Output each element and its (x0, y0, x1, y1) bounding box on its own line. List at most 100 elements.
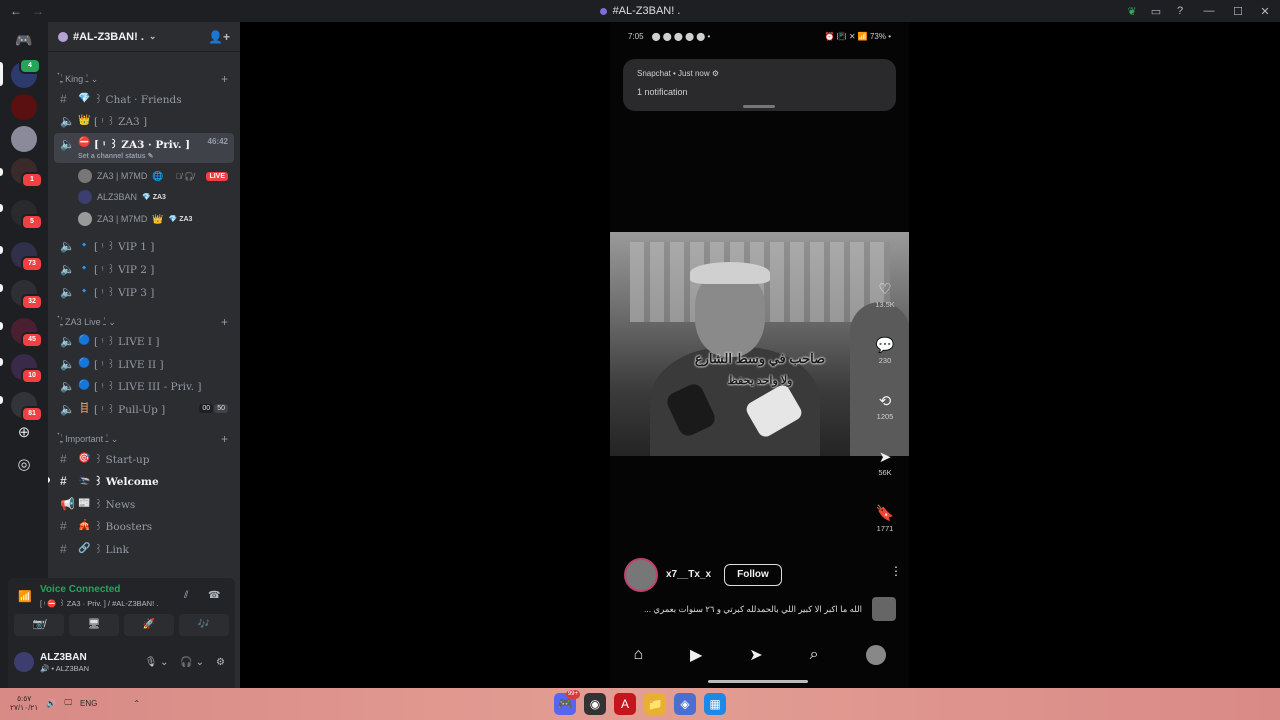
channel-label: [ ᵎ ꒱ VIP 3 ] (94, 286, 155, 299)
avatar[interactable] (14, 652, 34, 672)
voice-user-name: ZA3 | M7MD (97, 171, 148, 181)
comment-icon: 💬 (875, 337, 895, 354)
add-channel-icon[interactable]: + (221, 432, 228, 446)
channel-start-up[interactable]: # 🎯 ꒱ Start-up (54, 448, 234, 469)
server-icon[interactable] (11, 94, 37, 120)
channel-boosters[interactable]: # 🎪 ꒱ Boosters (54, 515, 234, 536)
voice-connected-status[interactable]: Voice Connected (40, 584, 120, 595)
store-app[interactable]: ▦ (704, 693, 726, 715)
channel-status[interactable]: Set a channel status ✎ (78, 152, 154, 160)
add-channel-icon[interactable]: + (221, 315, 228, 329)
explore-icon[interactable]: ◎ (11, 452, 37, 478)
channel-live-2[interactable]: 🔈 🔵 [ ᵎ ꒱ LIVE II ] (54, 353, 234, 374)
server-folder[interactable]: 5 (11, 200, 43, 230)
soundboard-button[interactable]: 🎶 (179, 614, 229, 636)
video-cap (690, 262, 770, 284)
channel-live-3-priv[interactable]: 🔈 🔵 [ ᵎ ꒱ LIVE III - Priv. ] (54, 375, 234, 396)
category-za3-live[interactable]: ـِٰ๋ ZA3 Live ـٰ ⌄ + (48, 314, 240, 330)
server-folder[interactable]: 81 (11, 392, 43, 422)
channel-za3-priv[interactable]: 🔈 ⛔ [ ᵎ ꒱ ZA3 · Priv. ] 46:42 Set a chan… (54, 133, 234, 163)
server-icon[interactable]: 4 (11, 58, 41, 88)
back-arrow-icon[interactable]: ← (10, 4, 22, 18)
disconnect-icon[interactable]: ☎ (208, 590, 220, 601)
help-icon[interactable]: ? (1168, 5, 1192, 17)
unread-indicator (0, 204, 3, 212)
close-button[interactable]: ✕ (1250, 5, 1280, 18)
network-icon[interactable]: 🖵 (64, 698, 72, 708)
channel-chat-friends[interactable]: # 💎 ꒱ Chat · Friends (54, 88, 234, 109)
hashtag-icon: # (60, 451, 67, 466)
channel-link[interactable]: # 🔗 ꒱ Link (54, 538, 234, 559)
invite-people-icon[interactable]: 👤+ (208, 30, 230, 44)
activity-button[interactable]: 🚀 (124, 614, 174, 636)
chevron-up-icon[interactable]: ⌃ (133, 699, 140, 708)
files-app[interactable]: 📁 (644, 693, 666, 715)
voice-user[interactable]: ALZ3BAN 💎 ZA3 (78, 187, 228, 207)
channel-vip-1[interactable]: 🔈 🔹 [ ᵎ ꒱ VIP 1 ] (54, 235, 234, 256)
mute-deafen-icon: 🎙̸ 🎧̸ (175, 171, 195, 181)
repost-button: ⟲ 1205 (870, 392, 900, 421)
maximize-button[interactable]: ☐ (1226, 5, 1250, 18)
acrobat-app[interactable]: A (614, 693, 636, 715)
channel-label: [ ᵎ ꒱ LIVE III - Priv. ] (94, 380, 202, 393)
channel-news[interactable]: 📢 📰 ꒱ News (54, 493, 234, 514)
stream-view[interactable]: 7:05 ⬤ ⬤ ⬤ ⬤ ⬤ • ⏰ 📳 ✕ 📶 73% • Snapchat … (240, 22, 1280, 688)
taskbar-clock[interactable]: ٥:٥٧ ٢٧/١٠/٢١ (10, 694, 38, 712)
gear-icon[interactable]: ⚙ (216, 657, 225, 668)
add-server-icon[interactable]: ⊕ (11, 420, 37, 446)
discord-app[interactable]: 🎮 99+ (554, 690, 580, 715)
channel-vip-3[interactable]: 🔈 🔹 [ ᵎ ꒱ VIP 3 ] (54, 281, 234, 302)
bookmark-icon: 🔖 (875, 505, 895, 522)
speaker-icon: 🔈 (60, 261, 75, 276)
category-label: ـِٰ๋ ZA3 Live ـٰ ⌄ (60, 317, 116, 327)
server-icon[interactable] (11, 126, 37, 152)
user-name[interactable]: ALZ3BAN (40, 652, 87, 663)
microphone-icon[interactable]: 🎙 ⌄ (145, 657, 169, 668)
category-important[interactable]: ـِٰ๋ Important ـٰ ⌄ + (48, 431, 240, 447)
home-icon: ⌂ (633, 646, 644, 663)
voice-channel-path[interactable]: [ ᵎ ⛔ ꒱ ZA3 · Priv. ] / #AL-Z3BAN! . (40, 598, 158, 608)
server-folder[interactable]: 32 (11, 280, 43, 310)
language-indicator[interactable]: ENG (80, 699, 97, 708)
noise-suppression-icon[interactable]: ⫽ (184, 590, 188, 601)
voice-user[interactable]: ZA3 | M7MD 🌐 🎙̸ 🎧̸ LIVE (78, 166, 228, 186)
reel-caption: ... الله ما اكبر الا كبير اللي بالحمدلله… (643, 604, 862, 614)
channel-pull-up[interactable]: 🔈 🪜 [ ᵎ ꒱ Pull-Up ] 00 50 (54, 398, 234, 419)
unread-indicator (0, 246, 3, 254)
unread-indicator (0, 168, 3, 176)
server-folder[interactable]: 1 (11, 158, 43, 188)
server-folder[interactable]: 45 (11, 318, 43, 348)
server-folder[interactable]: 10 (11, 354, 43, 384)
heart-icon: ♡ (878, 281, 892, 298)
inbox-icon[interactable]: ▭ (1144, 5, 1168, 18)
channel-live-1[interactable]: 🔈 🔵 [ ᵎ ꒱ LIVE I ] (54, 330, 234, 351)
minimize-button[interactable]: — (1192, 5, 1226, 17)
add-channel-icon[interactable]: + (221, 72, 228, 86)
voice-user[interactable]: ZA3 | M7MD 👑 💎 ZA3 (78, 209, 228, 229)
server-badge: 5 (21, 214, 43, 230)
channel-za3[interactable]: 🔈 👑 [ ᵎ ꒱ ZA3 ] (54, 110, 234, 131)
category-king[interactable]: ـِٰ๋ King ـٰ ⌄ + (48, 71, 240, 87)
capcut-app[interactable]: ◈ (674, 693, 696, 715)
discord-home-icon[interactable]: 🎮 (11, 27, 37, 53)
volume-icon[interactable]: 🔊 (46, 699, 56, 708)
obs-app[interactable]: ◉ (584, 693, 606, 715)
voice-signal-icon[interactable]: 📶 (18, 590, 32, 603)
battery-status: ⏰ 📳 ✕ 📶 73% • (824, 32, 891, 41)
server-folder[interactable]: 73 (11, 242, 43, 272)
voice-user-name: ZA3 | M7MD (97, 214, 148, 224)
channel-welcome[interactable]: # 🛬 ꒱ Welcome (54, 470, 234, 491)
unread-indicator (0, 358, 3, 366)
save-count: 1771 (876, 524, 894, 533)
megaphone-icon: 📢 (60, 496, 75, 511)
screen-share-button[interactable]: 🖥 (69, 614, 119, 636)
guild-header[interactable]: #AL-Z3BAN! . ⌄ 👤+ (48, 22, 240, 52)
forward-arrow-icon[interactable]: → (32, 4, 44, 18)
channel-vip-2[interactable]: 🔈 🔹 [ ᵎ ꒱ VIP 2 ] (54, 258, 234, 279)
hashtag-icon: # (60, 91, 67, 106)
camera-button[interactable]: 📷̸ (14, 614, 64, 636)
audio-thumbnail (872, 597, 896, 621)
profile-avatar (865, 645, 886, 665)
leaf-icon[interactable]: ❦ (1120, 5, 1144, 18)
headphones-icon[interactable]: 🎧 ⌄ (180, 657, 204, 668)
